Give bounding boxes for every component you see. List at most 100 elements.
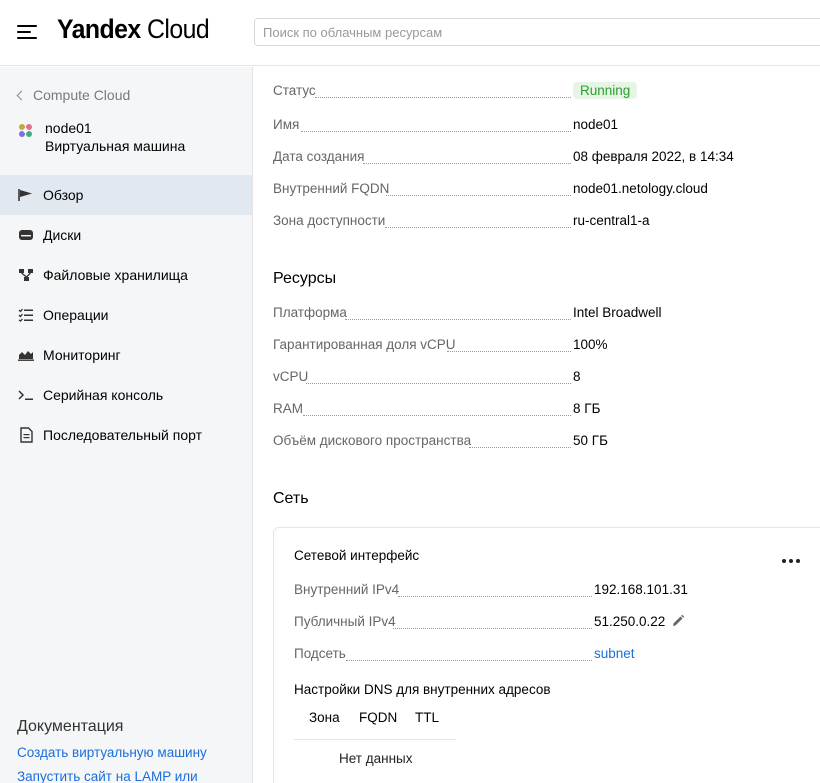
sidebar-item-disks[interactable]: Диски xyxy=(0,215,252,255)
sidebar-item-serial-console[interactable]: Серийная консоль xyxy=(0,375,252,415)
internal-ipv4-row: Внутренний IPv4 192.168.101.31 xyxy=(294,582,814,602)
resource-label: vCPU xyxy=(273,369,309,384)
dotted-leader xyxy=(393,628,592,629)
resource-value: Intel Broadwell xyxy=(573,305,662,320)
top-header: Yandex Cloud xyxy=(0,0,820,66)
sidebar-item-label: Мониторинг xyxy=(43,347,121,363)
monitoring-chart-icon xyxy=(17,346,35,364)
name-row: Имя node01 xyxy=(273,117,820,137)
resource-value: 8 ГБ xyxy=(573,401,601,416)
zone-label: Зона доступности xyxy=(273,213,386,228)
dotted-leader xyxy=(315,97,571,98)
internal-ipv4-value: 192.168.101.31 xyxy=(594,582,688,597)
document-icon xyxy=(17,426,35,444)
resource-label: Объём дискового пространства xyxy=(273,433,472,448)
sidebar-item-label: Последовательный порт xyxy=(43,427,203,443)
resource-label: Гарантированная доля vCPU xyxy=(273,337,456,352)
dotted-leader xyxy=(398,596,592,597)
resource-row: Гарантированная доля vCPU 100% xyxy=(273,337,820,357)
sidebar-item-monitoring[interactable]: Мониторинг xyxy=(0,335,252,375)
resource-value: 50 ГБ xyxy=(573,433,608,448)
dotted-leader xyxy=(346,660,592,661)
resource-label: RAM xyxy=(273,401,303,416)
sidebar-item-label: Файловые хранилища xyxy=(43,267,188,283)
zone-row: Зона доступности ru-central1-a xyxy=(273,213,820,233)
name-value: node01 xyxy=(573,117,619,132)
sidebar-item-label: Обзор xyxy=(43,187,84,203)
sidebar-item-file-storage[interactable]: Файловые хранилища xyxy=(0,255,252,295)
sidebar-item-label: Операции xyxy=(43,307,109,323)
network-section-title: Сеть xyxy=(273,490,309,507)
created-value: 08 февраля 2022, в 14:34 xyxy=(573,149,734,164)
resource-value: 100% xyxy=(573,337,608,352)
fqdn-row: Внутренний FQDN node01.netology.cloud xyxy=(273,181,820,201)
status-label: Статус xyxy=(273,83,316,98)
documentation-section: Документация Создать виртуальную машину … xyxy=(17,718,207,783)
dns-settings-title: Настройки DNS для внутренних адресов xyxy=(294,682,551,697)
file-storage-icon xyxy=(17,266,35,284)
dotted-leader xyxy=(306,383,571,384)
back-to-compute-cloud-link[interactable]: Compute Cloud xyxy=(16,87,130,103)
dns-table-header: Зона FQDN TTL xyxy=(294,710,456,740)
subnet-row: Подсеть subnet xyxy=(294,646,814,666)
menu-burger-icon[interactable] xyxy=(17,25,37,39)
dotted-leader xyxy=(345,319,571,320)
resource-row: vCPU 8 xyxy=(273,369,820,389)
sidebar-item-label: Диски xyxy=(43,227,82,243)
sidebar-item-operations[interactable]: Операции xyxy=(0,295,252,335)
documentation-title: Документация xyxy=(17,718,124,735)
dotted-leader xyxy=(363,163,571,164)
sidebar-item-overview[interactable]: Обзор xyxy=(0,175,252,215)
sidebar: Compute Cloud node01 Виртуальная машина … xyxy=(0,67,253,783)
search-input[interactable] xyxy=(254,18,820,46)
name-label: Имя xyxy=(273,117,300,132)
public-ipv4-row: Публичный IPv4 51.250.0.22 xyxy=(294,614,814,634)
dns-column-fqdn: FQDN xyxy=(359,710,398,725)
dns-empty-state: Нет данных xyxy=(339,751,413,766)
edit-pencil-icon[interactable] xyxy=(671,614,685,628)
dns-column-ttl: TTL xyxy=(415,710,440,725)
internal-ipv4-label: Внутренний IPv4 xyxy=(294,582,400,597)
vm-type: Виртуальная машина xyxy=(45,138,186,154)
logo-light-text: Cloud xyxy=(147,14,210,44)
public-ipv4-value: 51.250.0.22 xyxy=(594,614,666,629)
dotted-leader xyxy=(386,195,571,196)
resources-section-title: Ресурсы xyxy=(273,270,337,287)
virtual-machine-icon xyxy=(19,124,32,137)
terminal-icon xyxy=(17,386,35,404)
fqdn-label: Внутренний FQDN xyxy=(273,181,390,196)
sidebar-item-serial-port[interactable]: Последовательный порт xyxy=(0,415,252,455)
chevron-left-icon xyxy=(16,90,27,101)
public-ipv4-label: Публичный IPv4 xyxy=(294,614,396,629)
logo-bold-text: Yandex xyxy=(57,14,141,44)
subnet-link[interactable]: subnet xyxy=(594,646,635,661)
flag-icon xyxy=(17,186,35,204)
status-row: Статус Running xyxy=(273,82,820,103)
dotted-leader xyxy=(469,447,571,448)
operations-list-icon xyxy=(17,306,35,324)
disk-icon xyxy=(17,226,35,244)
resource-row: Платформа Intel Broadwell xyxy=(273,305,820,325)
created-label: Дата создания xyxy=(273,149,365,164)
subnet-label: Подсеть xyxy=(294,646,346,661)
dotted-leader xyxy=(303,415,571,416)
yandex-cloud-logo[interactable]: Yandex Cloud xyxy=(57,14,210,45)
dotted-leader xyxy=(301,131,571,132)
dns-column-zone: Зона xyxy=(309,710,340,725)
zone-value: ru-central1-a xyxy=(573,213,650,228)
resource-row: RAM 8 ГБ xyxy=(273,401,820,421)
doc-link-lamp[interactable]: Запустить сайт на LAMP или xyxy=(17,769,207,783)
resource-row: Объём дискового пространства 50 ГБ xyxy=(273,433,820,453)
resource-value: 8 xyxy=(573,369,581,384)
resource-label: Платформа xyxy=(273,305,347,320)
status-badge: Running xyxy=(573,82,638,99)
network-interface-title: Сетевой интерфейс xyxy=(294,548,420,563)
sidebar-nav: Обзор Диски Файловые хранилища Операции … xyxy=(0,175,252,455)
network-interface-card: Сетевой интерфейс Внутренний IPv4 192.16… xyxy=(273,527,820,783)
doc-link-create-vm[interactable]: Создать виртуальную машину xyxy=(17,745,207,760)
vm-name: node01 xyxy=(45,120,92,136)
fqdn-value[interactable]: node01.netology.cloud xyxy=(573,181,708,196)
more-options-icon[interactable] xyxy=(780,550,802,572)
dotted-leader xyxy=(385,227,571,228)
sidebar-item-label: Серийная консоль xyxy=(43,387,164,403)
